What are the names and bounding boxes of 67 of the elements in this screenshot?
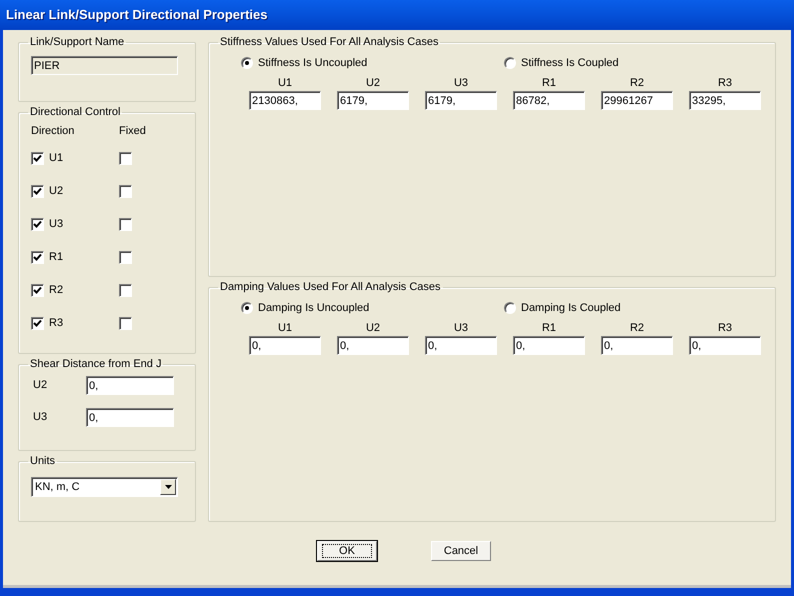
radio-button[interactable]	[241, 57, 253, 69]
checkbox[interactable]	[31, 185, 44, 198]
column-label: R2	[630, 321, 644, 335]
checkbox[interactable]	[31, 317, 44, 330]
checkbox[interactable]	[119, 185, 132, 198]
radio-button[interactable]	[504, 57, 516, 69]
checkbox[interactable]	[119, 251, 132, 264]
text-field[interactable]: 0,	[337, 336, 409, 355]
column-label: R1	[542, 76, 556, 90]
group-title: Shear Distance from End J	[29, 358, 162, 370]
column-label: R2	[630, 76, 644, 90]
text-field[interactable]: 0,	[86, 408, 174, 427]
text-field[interactable]: 0,	[513, 336, 585, 355]
group-title: Units	[29, 455, 56, 467]
group-title: Directional Control	[29, 106, 122, 118]
column-label: R3	[718, 76, 732, 90]
column-label: U1	[278, 321, 292, 335]
checkbox[interactable]	[31, 152, 44, 165]
column-label: U3	[454, 76, 468, 90]
column-label: U1	[278, 76, 292, 90]
radio-button[interactable]	[241, 302, 253, 314]
direction-label: R2	[49, 283, 64, 298]
radio-button[interactable]	[504, 302, 516, 314]
field-label: U3	[32, 410, 48, 426]
group-title: Damping Values Used For All Analysis Cases	[219, 281, 442, 293]
units-dropdown[interactable]: KN, m, C	[31, 477, 178, 497]
group-title: Link/Support Name	[29, 36, 126, 48]
direction-label: R3	[49, 316, 64, 332]
text-field[interactable]: 0,	[689, 336, 761, 355]
column-label: U2	[366, 76, 380, 90]
text-field[interactable]: 0,	[249, 336, 321, 355]
dialog-button[interactable]: Cancel	[431, 541, 491, 561]
text-field[interactable]: 0,	[86, 376, 174, 395]
text-field[interactable]: 0,	[425, 336, 497, 355]
text-field[interactable]: 33295,	[689, 91, 761, 110]
window-title: Linear Link/Support Directional Properties	[6, 6, 268, 24]
radio-label: Stiffness Is Uncoupled	[258, 56, 368, 71]
checkbox[interactable]	[31, 284, 44, 297]
text-field[interactable]: 29961267	[601, 91, 673, 110]
checkbox[interactable]	[119, 284, 132, 297]
radio-label: Damping Is Uncoupled	[258, 300, 370, 316]
text-field[interactable]: PIER	[31, 56, 178, 75]
column-label: R3	[718, 321, 732, 335]
column-label: U2	[366, 321, 380, 335]
radio-label: Stiffness Is Coupled	[521, 56, 619, 71]
column-label: U3	[454, 321, 468, 335]
checkbox[interactable]	[119, 317, 132, 330]
checkbox[interactable]	[119, 152, 132, 165]
direction-label: R1	[49, 250, 64, 266]
checkbox[interactable]	[31, 251, 44, 264]
column-header: Direction	[31, 124, 76, 139]
direction-label: U1	[49, 151, 64, 166]
text-field[interactable]: 6179,	[337, 91, 409, 110]
direction-label: U3	[49, 217, 64, 232]
column-header: Fixed	[119, 124, 146, 139]
text-field[interactable]: 0,	[601, 336, 673, 355]
radio-label: Damping Is Coupled	[521, 300, 621, 316]
text-field[interactable]: 6179,	[425, 91, 497, 110]
field-label: U2	[32, 378, 48, 394]
direction-label: U2	[49, 184, 64, 200]
text-field[interactable]: 86782,	[513, 91, 585, 110]
checkbox[interactable]	[31, 218, 44, 231]
dialog-button[interactable]: OK	[317, 541, 377, 561]
text-field[interactable]: 2130863,	[249, 91, 321, 110]
checkbox[interactable]	[119, 218, 132, 231]
column-label: R1	[542, 321, 556, 335]
group-title: Stiffness Values Used For All Analysis Cases	[219, 36, 440, 48]
